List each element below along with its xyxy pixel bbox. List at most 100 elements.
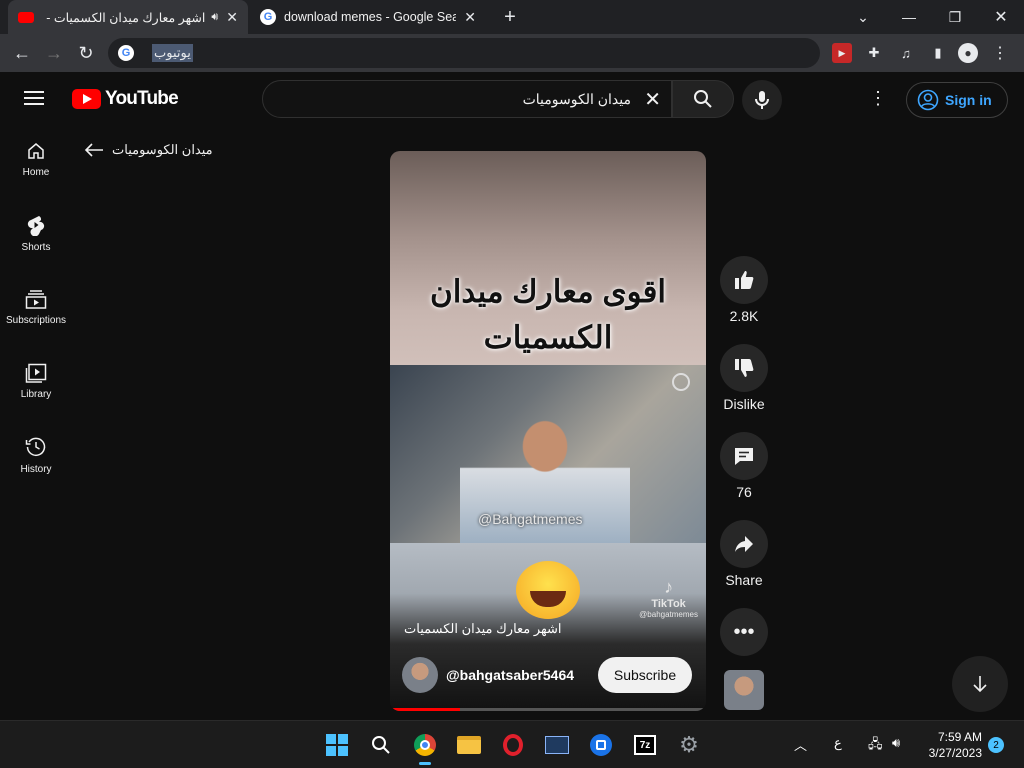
windows-taskbar: 7z ⚙ ︿ ع 🖧︎ 🔊︎ 7:59 AM 3/27/2023 2	[0, 720, 1024, 768]
comment-icon	[735, 448, 753, 465]
clock-date: 3/27/2023	[928, 746, 982, 760]
youtube-header: YouTube ميدان الكوسوميات ✕ ⋮ Sign in	[0, 72, 1024, 126]
video-bottom-frame: ♪ TikTok @bahgatmemes اشهر معارك ميدان ا…	[390, 543, 706, 711]
search-icon[interactable]	[365, 729, 397, 761]
video-progress-bar[interactable]	[390, 708, 706, 711]
channel-name[interactable]: @bahgatsaber5464	[446, 667, 590, 683]
extensions-puzzle-icon[interactable]: ✚	[864, 43, 884, 63]
media-control-icon[interactable]: ♫	[896, 43, 916, 63]
short-video-player[interactable]: اقوى معارك ميدان الكسميات @Bahgatmemes ♪…	[390, 151, 706, 711]
tiktok-logo-icon: ♪	[664, 577, 674, 597]
next-video-button[interactable]	[952, 656, 1008, 712]
sidebar-item-label: Subscriptions	[5, 314, 67, 326]
history-icon	[25, 437, 46, 456]
arrow-down-icon	[973, 676, 987, 693]
windows-start-icon[interactable]	[321, 729, 353, 761]
file-explorer-icon[interactable]	[453, 729, 485, 761]
system-clock[interactable]: 7:59 AM 3/27/2023	[920, 729, 982, 761]
notification-badge[interactable]: 2	[988, 737, 1004, 753]
volume-icon[interactable]: 🔊︎	[892, 735, 900, 751]
address-text[interactable]: يوتيوب	[152, 44, 193, 62]
subscribe-button[interactable]: Subscribe	[598, 657, 692, 693]
share-button[interactable]	[720, 520, 768, 568]
minimize-button[interactable]: —	[886, 0, 932, 34]
back-to-search-link[interactable]: ميدان الكوسوميات	[84, 142, 213, 158]
settings-more-icon[interactable]: ⋮	[866, 86, 890, 110]
dislike-label: Dislike	[723, 396, 765, 412]
home-icon	[28, 142, 44, 159]
network-icon[interactable]: 🖧︎	[868, 735, 883, 757]
hamburger-menu-icon[interactable]	[24, 86, 48, 110]
browser-tab-strip: اشهر معارك ميدان الكسميات - 🔊︎ ✕ G downl…	[0, 0, 1024, 34]
reload-icon[interactable]: ↻	[72, 39, 100, 67]
forward-arrow-icon[interactable]: →	[40, 39, 68, 67]
search-button[interactable]	[672, 80, 734, 118]
sidebar-item-home[interactable]: Home	[0, 122, 72, 196]
opera-icon[interactable]	[497, 729, 529, 761]
sidebar-item-subscriptions[interactable]: Subscriptions	[0, 270, 72, 344]
7zip-icon[interactable]: 7z	[629, 729, 661, 761]
tab-youtube-short[interactable]: اشهر معارك ميدان الكسميات - 🔊︎ ✕	[8, 0, 248, 34]
back-arrow-icon	[84, 143, 103, 157]
sidebar-item-shorts[interactable]: Shorts	[0, 196, 72, 270]
tab-search-chevron-icon[interactable]: ⌄	[840, 0, 886, 34]
address-bar[interactable]: G يوتيوب	[108, 38, 820, 68]
youtube-play-icon	[72, 89, 101, 109]
back-label: ميدان الكوسوميات	[112, 142, 213, 157]
profile-icon[interactable]: ●	[958, 43, 978, 63]
input-language-indicator[interactable]: ع	[834, 735, 842, 751]
sidebar-item-history[interactable]: History	[0, 418, 72, 492]
video-overlay-text: اقوى معارك ميدان الكسميات	[429, 274, 667, 355]
search-input[interactable]: ميدان الكوسوميات ✕	[262, 80, 672, 118]
subscriptions-icon	[25, 289, 47, 309]
app-blue-icon[interactable]	[585, 729, 617, 761]
clock-time: 7:59 AM	[937, 730, 982, 744]
more-options-button[interactable]: •••	[720, 608, 768, 656]
sidebar-item-library[interactable]: Library	[0, 344, 72, 418]
close-window-button[interactable]: ✕	[978, 0, 1024, 34]
microphone-icon	[755, 91, 769, 109]
comment-count: 76	[736, 484, 752, 500]
like-button[interactable]	[720, 256, 768, 304]
clear-search-icon[interactable]: ✕	[644, 87, 661, 112]
channel-avatar[interactable]	[402, 657, 438, 693]
speaker-icon[interactable]: 🔊︎	[211, 11, 218, 24]
youtube-logo-text: YouTube	[105, 88, 179, 109]
voice-search-button[interactable]	[742, 80, 782, 120]
search-icon	[694, 90, 712, 108]
google-favicon-icon: G	[260, 9, 276, 25]
video-watermark: @Bahgatmemes	[478, 511, 583, 527]
video-logo-icon	[672, 373, 690, 391]
close-tab-icon[interactable]: ✕	[464, 9, 476, 26]
sign-in-button[interactable]: Sign in	[906, 82, 1008, 118]
chrome-menu-icon[interactable]: ⋮	[990, 43, 1010, 63]
restore-button[interactable]: ❐	[932, 0, 978, 34]
comments-button[interactable]	[720, 432, 768, 480]
sign-in-label: Sign in	[945, 92, 992, 108]
settings-gear-icon[interactable]: ⚙	[673, 729, 705, 761]
extension-red-icon[interactable]: ▶	[832, 43, 852, 63]
tiktok-label: TikTok	[651, 598, 686, 610]
video-progress-fill	[390, 708, 460, 711]
youtube-logo[interactable]: YouTube	[72, 88, 179, 110]
next-short-thumbnail[interactable]	[724, 670, 764, 710]
side-panel-icon[interactable]: ▮	[928, 43, 948, 63]
thumbs-down-icon	[735, 359, 754, 377]
close-tab-icon[interactable]: ✕	[226, 9, 238, 26]
tiktok-watermark: ♪ TikTok @bahgatmemes	[639, 577, 698, 619]
back-arrow-icon[interactable]: ←	[8, 39, 36, 67]
tab-google-search[interactable]: G download memes - Google Search ✕	[250, 0, 486, 34]
share-label: Share	[725, 572, 763, 588]
search-query-text: ميدان الكوسوميات	[522, 91, 631, 107]
chrome-icon[interactable]	[409, 729, 441, 765]
channel-row: @bahgatsaber5464 Subscribe	[402, 655, 692, 695]
video-top-frame: اقوى معارك ميدان الكسميات	[390, 151, 706, 365]
share-icon	[735, 536, 753, 552]
sidebar-item-label: Home	[22, 166, 50, 178]
like-count: 2.8K	[729, 308, 759, 324]
new-tab-button[interactable]: +	[494, 0, 526, 34]
tray-chevron-up-icon[interactable]: ︿	[794, 735, 807, 754]
dislike-button[interactable]	[720, 344, 768, 392]
video-caption[interactable]: اشهر معارك ميدان الكسميات	[404, 621, 562, 637]
resource-monitor-icon[interactable]	[541, 729, 573, 761]
